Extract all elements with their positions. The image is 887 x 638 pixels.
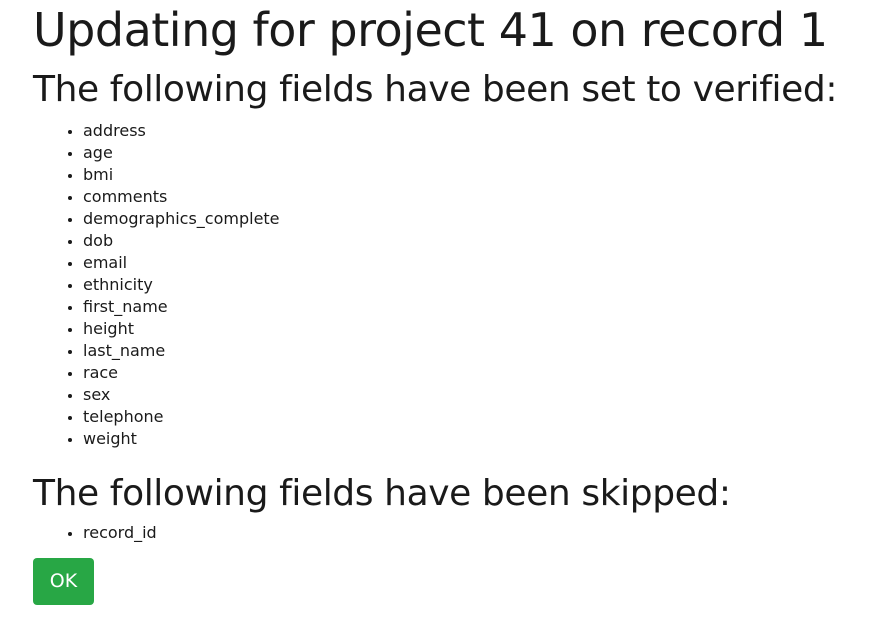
ok-button[interactable]: OK <box>33 558 94 605</box>
verified-field-item: telephone <box>83 406 887 428</box>
page-title: Updating for project 41 on record 1 <box>33 3 828 57</box>
verified-field-item: bmi <box>83 164 887 186</box>
verified-field-item: dob <box>83 230 887 252</box>
verified-field-item: last_name <box>83 340 887 362</box>
verified-field-item: sex <box>83 384 887 406</box>
verified-field-item: comments <box>83 186 887 208</box>
verified-field-item: height <box>83 318 887 340</box>
verified-field-list: address age bmi comments demographics_co… <box>33 120 887 450</box>
verified-heading: The following fields have been set to ve… <box>33 69 838 110</box>
verified-field-item: weight <box>83 428 887 450</box>
page-content: Updating for project 41 on record 1 The … <box>33 0 887 605</box>
verified-field-item: email <box>83 252 887 274</box>
verified-field-item: age <box>83 142 887 164</box>
verified-field-item: ethnicity <box>83 274 887 296</box>
verified-field-item: race <box>83 362 887 384</box>
skipped-heading: The following fields have been skipped: <box>33 473 731 514</box>
skipped-field-list: record_id <box>33 522 887 544</box>
verified-field-item: first_name <box>83 296 887 318</box>
verified-field-item: demographics_complete <box>83 208 887 230</box>
verified-field-item: address <box>83 120 887 142</box>
skipped-field-item: record_id <box>83 522 887 544</box>
